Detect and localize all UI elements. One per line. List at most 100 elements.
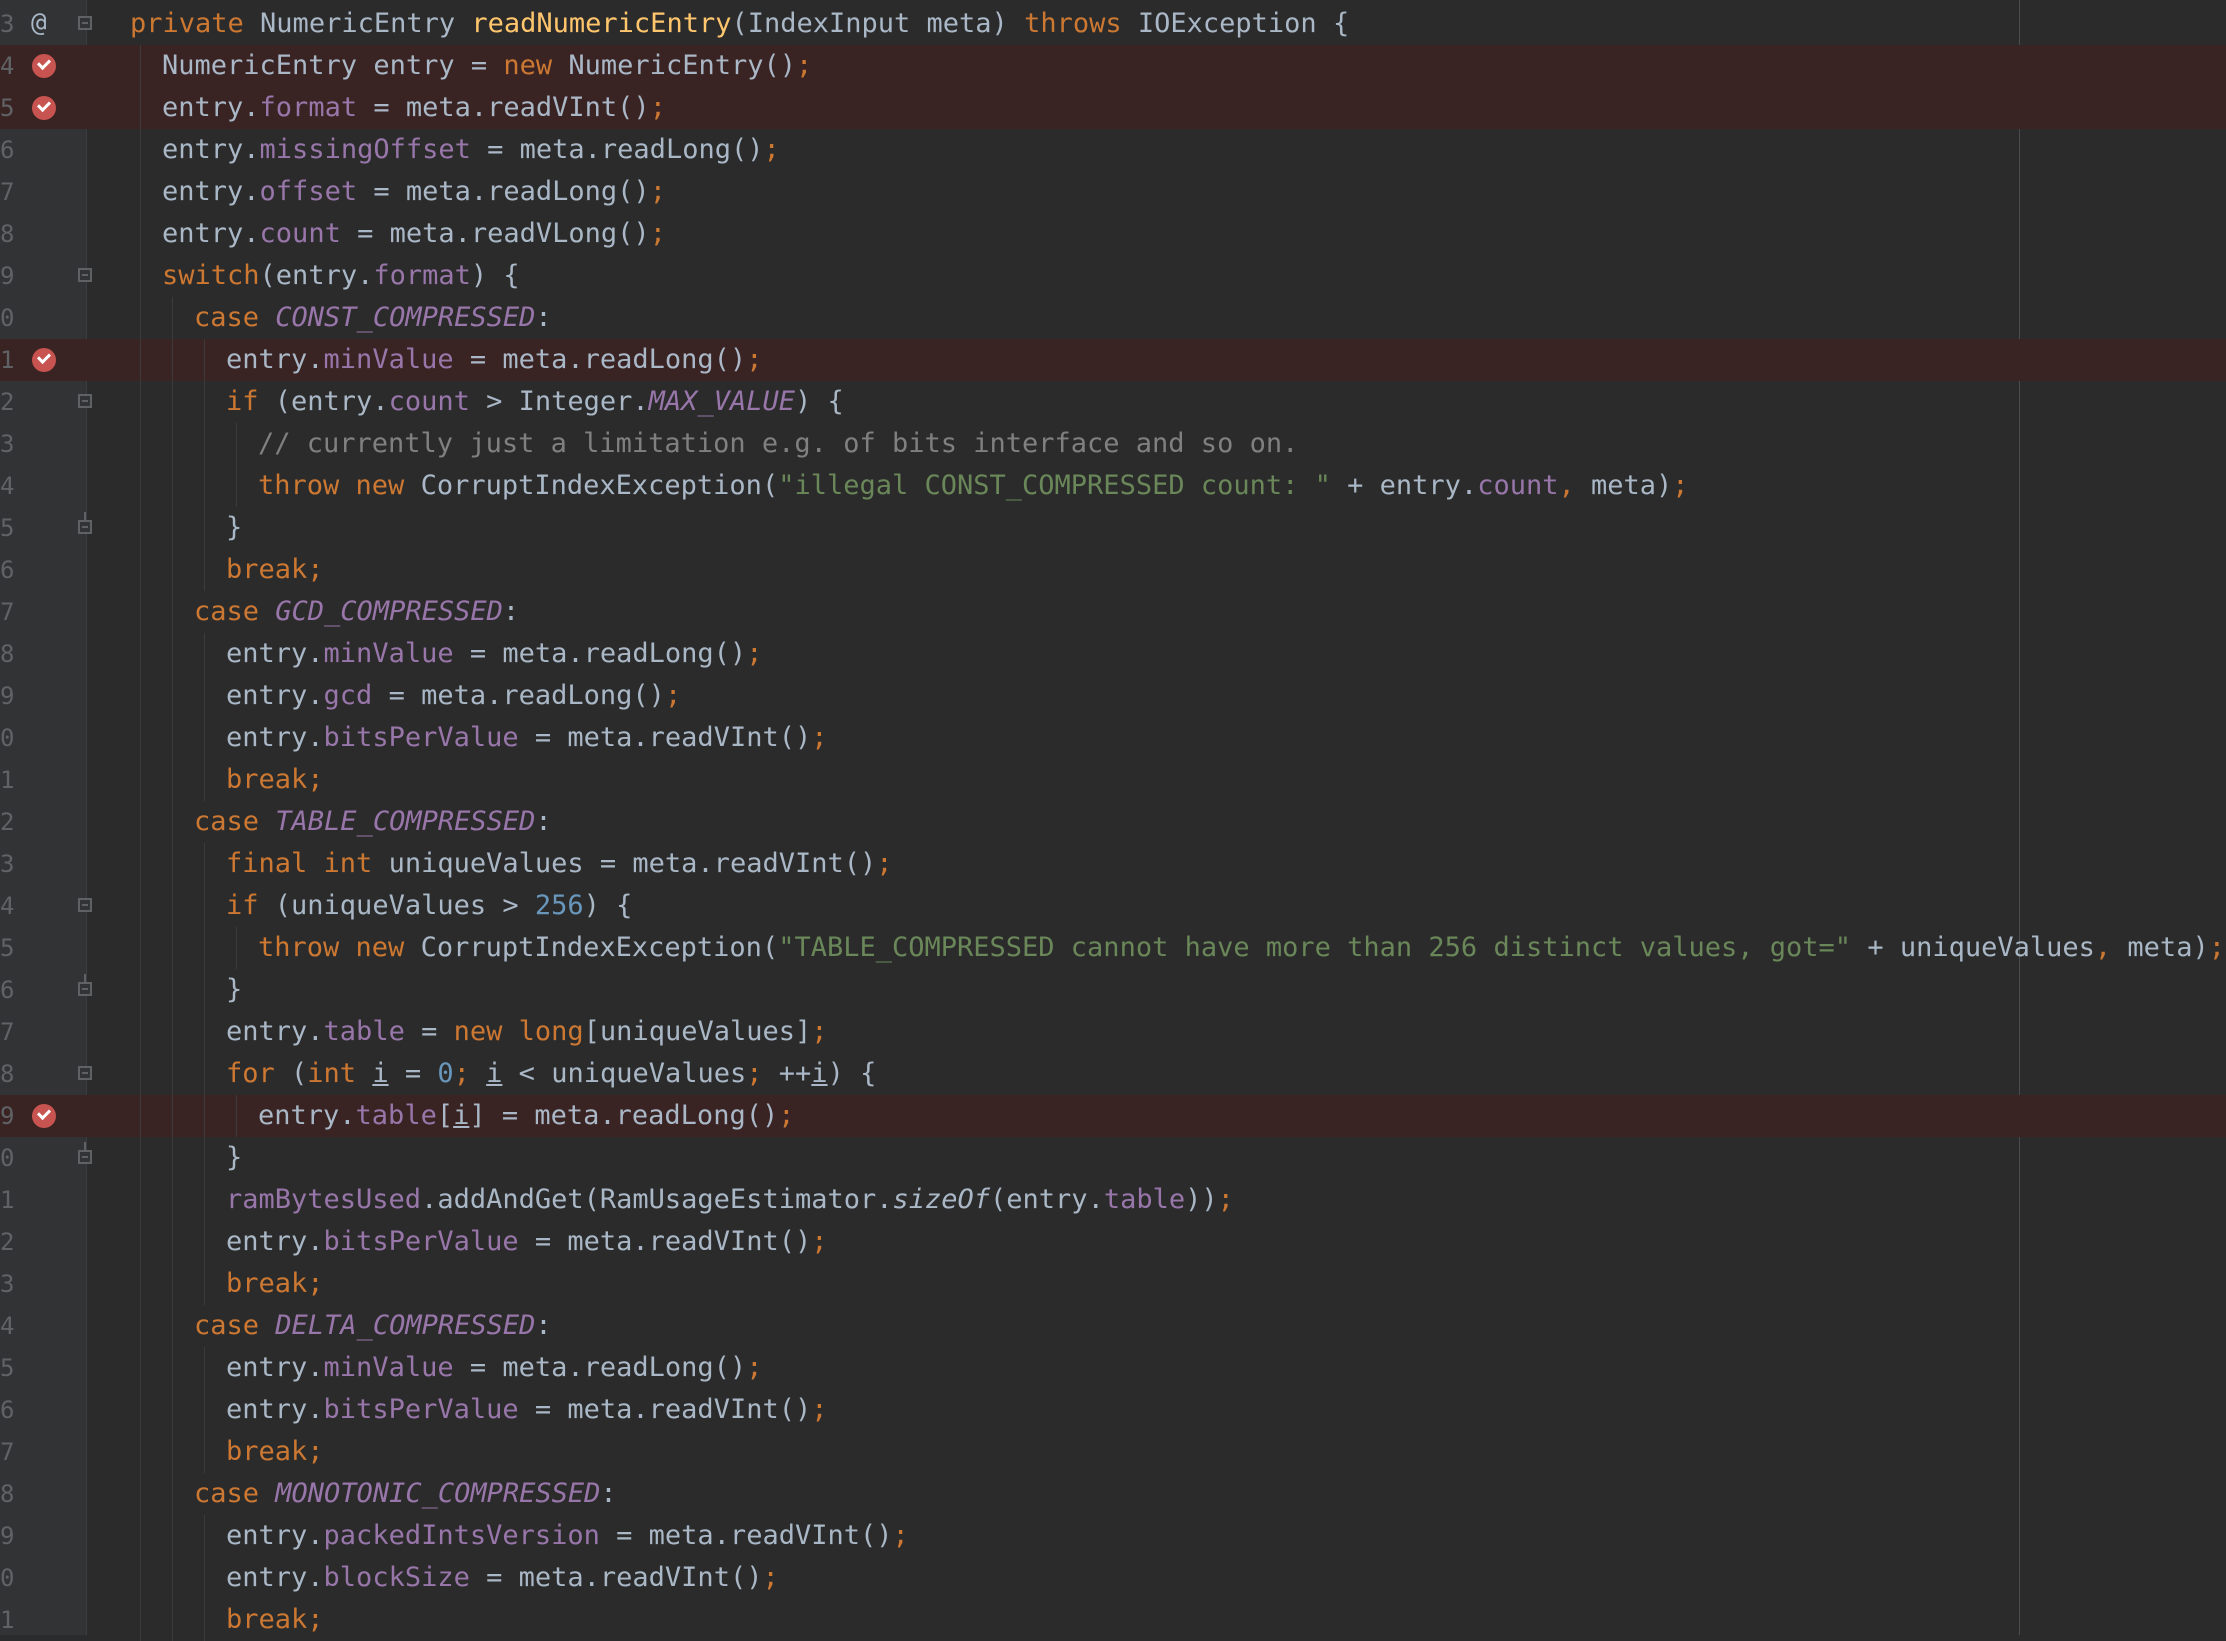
code-line[interactable]: 8 for (int i = 0; i < uniqueValues; ++i) … bbox=[0, 1053, 2226, 1095]
code-line[interactable]: 7 entry.offset = meta.readLong(); bbox=[0, 171, 2226, 213]
code-text[interactable]: if (entry.count > Integer.MAX_VALUE) { bbox=[226, 381, 844, 423]
code-line[interactable]: 2 case TABLE_COMPRESSED: bbox=[0, 801, 2226, 843]
code-line[interactable]: 9 entry.gcd = meta.readLong(); bbox=[0, 675, 2226, 717]
line-number[interactable]: 6 bbox=[0, 969, 14, 1011]
code-text[interactable]: break; bbox=[226, 759, 324, 801]
line-number[interactable]: 0 bbox=[0, 297, 14, 339]
code-text[interactable]: } bbox=[226, 1137, 242, 1179]
line-number[interactable]: 5 bbox=[0, 87, 14, 129]
code-line[interactable]: 3 final int uniqueValues = meta.readVInt(… bbox=[0, 843, 2226, 885]
line-number[interactable]: 3 bbox=[0, 1263, 14, 1305]
code-line[interactable]: 8 entry.count = meta.readVLong(); bbox=[0, 213, 2226, 255]
line-number[interactable]: 0 bbox=[0, 717, 14, 759]
line-number[interactable]: 2 bbox=[0, 381, 14, 423]
code-line[interactable]: 2 if (entry.count > Integer.MAX_VALUE) { bbox=[0, 381, 2226, 423]
line-number[interactable]: 8 bbox=[0, 633, 14, 675]
line-number[interactable]: 4 bbox=[0, 885, 14, 927]
code-text[interactable]: entry.bitsPerValue = meta.readVInt(); bbox=[226, 1389, 828, 1431]
line-number[interactable]: 1 bbox=[0, 1179, 14, 1221]
code-line[interactable]: 5} bbox=[0, 507, 2226, 549]
breakpoint-icon[interactable] bbox=[32, 54, 56, 78]
line-number[interactable]: 8 bbox=[0, 1053, 14, 1095]
code-editor[interactable]: 3 @ private NumericEntry readNumericEntry(… bbox=[0, 0, 2226, 1641]
breakpoint-icon[interactable] bbox=[32, 348, 56, 372]
line-number[interactable]: 2 bbox=[0, 801, 14, 843]
line-number[interactable]: 6 bbox=[0, 549, 14, 591]
code-line[interactable]: 4 case DELTA_COMPRESSED: bbox=[0, 1305, 2226, 1347]
code-line[interactable]: 6 entry.bitsPerValue = meta.readVInt(); bbox=[0, 1389, 2226, 1431]
code-text[interactable]: entry.table[i] = meta.readLong(); bbox=[258, 1095, 794, 1137]
code-line[interactable]: 8 case MONOTONIC_COMPRESSED: bbox=[0, 1473, 2226, 1515]
line-number[interactable]: 3 bbox=[0, 843, 14, 885]
code-text[interactable]: entry.format = meta.readVInt(); bbox=[162, 87, 666, 129]
fold-end-icon[interactable] bbox=[78, 1142, 92, 1164]
code-text[interactable]: entry.table = new long[uniqueValues]; bbox=[226, 1011, 828, 1053]
fold-start-icon[interactable] bbox=[78, 394, 92, 408]
line-number[interactable]: 4 bbox=[0, 45, 14, 87]
line-number[interactable]: 3 bbox=[0, 423, 14, 465]
code-text[interactable]: break; bbox=[226, 549, 324, 591]
code-line[interactable]: 7 entry.table = new long[uniqueValues]; bbox=[0, 1011, 2226, 1053]
code-text[interactable]: for (int i = 0; i < uniqueValues; ++i) { bbox=[226, 1053, 876, 1095]
code-line[interactable]: 7 case GCD_COMPRESSED: bbox=[0, 591, 2226, 633]
code-line[interactable]: 0 entry.bitsPerValue = meta.readVInt(); bbox=[0, 717, 2226, 759]
code-line[interactable]: 0} bbox=[0, 1137, 2226, 1179]
line-number[interactable]: 7 bbox=[0, 171, 14, 213]
code-text[interactable]: break; bbox=[226, 1263, 324, 1305]
code-text[interactable]: case DELTA_COMPRESSED: bbox=[194, 1305, 552, 1347]
line-number[interactable]: 3 bbox=[0, 3, 14, 45]
breakpoint-icon[interactable] bbox=[32, 96, 56, 120]
code-line[interactable]: 0 entry.blockSize = meta.readVInt(); bbox=[0, 1557, 2226, 1599]
code-line[interactable]: 2 entry.bitsPerValue = meta.readVInt(); bbox=[0, 1221, 2226, 1263]
code-text[interactable]: case GCD_COMPRESSED: bbox=[194, 591, 519, 633]
line-number[interactable]: 6 bbox=[0, 1389, 14, 1431]
code-text[interactable]: case MONOTONIC_COMPRESSED: bbox=[194, 1473, 617, 1515]
line-number[interactable]: 4 bbox=[0, 465, 14, 507]
code-text[interactable]: if (uniqueValues > 256) { bbox=[226, 885, 632, 927]
code-line[interactable]: 7 break; bbox=[0, 1431, 2226, 1473]
line-number[interactable]: 7 bbox=[0, 1431, 14, 1473]
fold-start-icon[interactable] bbox=[78, 16, 92, 30]
code-text[interactable]: private NumericEntry readNumericEntry(In… bbox=[130, 3, 1349, 45]
code-line[interactable]: 8 entry.minValue = meta.readLong(); bbox=[0, 633, 2226, 675]
code-text[interactable]: ramBytesUsed.addAndGet(RamUsageEstimator… bbox=[226, 1179, 1234, 1221]
code-text[interactable]: entry.count = meta.readVLong(); bbox=[162, 213, 666, 255]
code-text[interactable]: entry.bitsPerValue = meta.readVInt(); bbox=[226, 1221, 828, 1263]
code-line[interactable]: 1 break; bbox=[0, 759, 2226, 801]
code-line[interactable]: 9 entry.table[i] = meta.readLong(); bbox=[0, 1095, 2226, 1137]
code-text[interactable]: } bbox=[226, 969, 242, 1011]
code-line[interactable]: 9 switch(entry.format) { bbox=[0, 255, 2226, 297]
line-number[interactable]: 7 bbox=[0, 591, 14, 633]
line-number[interactable]: 0 bbox=[0, 1137, 14, 1179]
line-number[interactable]: 5 bbox=[0, 507, 14, 549]
line-number[interactable]: 9 bbox=[0, 675, 14, 717]
code-line[interactable]: 3 // currently just a limitation e.g. of … bbox=[0, 423, 2226, 465]
line-number[interactable]: 4 bbox=[0, 1305, 14, 1347]
fold-end-icon[interactable] bbox=[78, 974, 92, 996]
code-text[interactable]: break; bbox=[226, 1431, 324, 1473]
code-line[interactable]: 3 break; bbox=[0, 1263, 2226, 1305]
code-line[interactable]: 1 entry.minValue = meta.readLong(); bbox=[0, 339, 2226, 381]
line-number[interactable]: 2 bbox=[0, 1221, 14, 1263]
code-text[interactable]: switch(entry.format) { bbox=[162, 255, 520, 297]
code-line[interactable]: 3 @ private NumericEntry readNumericEntry(… bbox=[0, 3, 2226, 45]
line-number[interactable]: 1 bbox=[0, 339, 14, 381]
line-number[interactable]: 5 bbox=[0, 1347, 14, 1389]
fold-start-icon[interactable] bbox=[78, 268, 92, 282]
code-line[interactable]: 4 if (uniqueValues > 256) { bbox=[0, 885, 2226, 927]
code-text[interactable]: throw new CorruptIndexException("illegal… bbox=[258, 465, 1689, 507]
code-text[interactable]: entry.bitsPerValue = meta.readVInt(); bbox=[226, 717, 828, 759]
code-line[interactable]: 0 case CONST_COMPRESSED: bbox=[0, 297, 2226, 339]
line-number[interactable]: 1 bbox=[0, 759, 14, 801]
line-number[interactable]: 8 bbox=[0, 213, 14, 255]
code-text[interactable]: NumericEntry entry = new NumericEntry(); bbox=[162, 45, 812, 87]
code-text[interactable]: entry.gcd = meta.readLong(); bbox=[226, 675, 681, 717]
annotation-icon[interactable]: @ bbox=[31, 7, 47, 39]
code-line[interactable]: 5 entry.minValue = meta.readLong(); bbox=[0, 1347, 2226, 1389]
code-line[interactable]: 5 entry.format = meta.readVInt(); bbox=[0, 87, 2226, 129]
code-text[interactable]: entry.minValue = meta.readLong(); bbox=[226, 1347, 762, 1389]
line-number[interactable]: 5 bbox=[0, 927, 14, 969]
fold-start-icon[interactable] bbox=[78, 898, 92, 912]
code-line[interactable]: 4 throw new CorruptIndexException("illega… bbox=[0, 465, 2226, 507]
code-line[interactable]: 6} bbox=[0, 969, 2226, 1011]
